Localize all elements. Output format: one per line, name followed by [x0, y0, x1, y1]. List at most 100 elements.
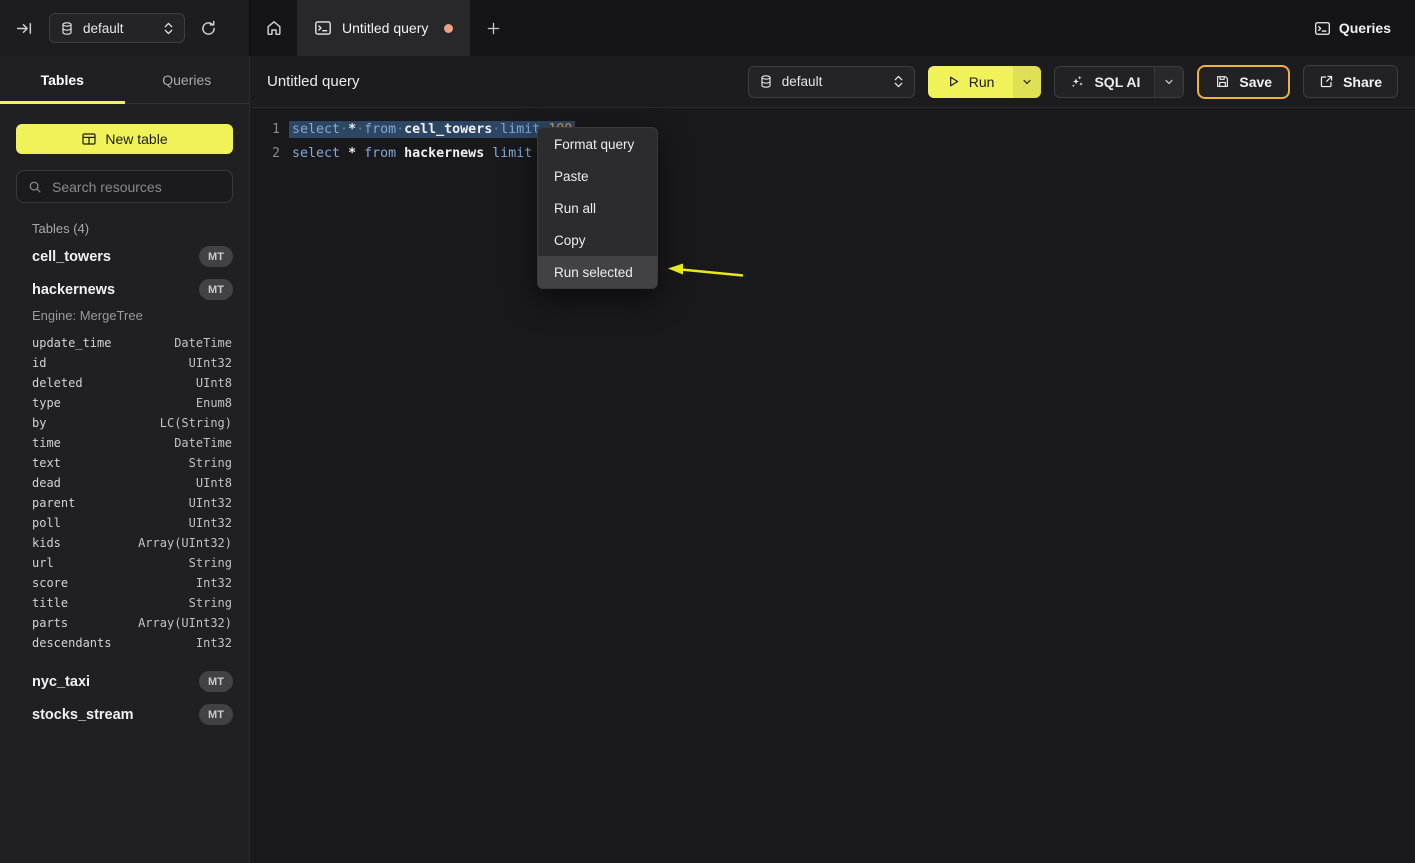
- column-type: Int32: [196, 576, 232, 590]
- main-area: Untitled query default: [250, 56, 1415, 863]
- code-line[interactable]: 1select·*·from·cell_towers·limit·100: [250, 117, 1415, 141]
- chevron-down-icon: [1022, 77, 1032, 87]
- sidebar-tab-queries-label: Queries: [162, 72, 211, 88]
- table-column-row: update_timeDateTime: [0, 333, 249, 353]
- table-column-row: byLC(String): [0, 413, 249, 433]
- table-grid-icon: [81, 131, 97, 147]
- column-name: poll: [32, 516, 189, 530]
- top-bar-left: default: [0, 0, 250, 56]
- table-column-row: scoreInt32: [0, 573, 249, 593]
- column-type: Array(UInt32): [138, 536, 232, 550]
- column-name: type: [32, 396, 196, 410]
- sidebar-tab-queries[interactable]: Queries: [125, 56, 250, 103]
- column-name: dead: [32, 476, 196, 490]
- new-table-button[interactable]: New table: [16, 124, 233, 154]
- table-list-item[interactable]: nyc_taxiMT: [0, 665, 249, 698]
- share-button[interactable]: Share: [1303, 65, 1398, 98]
- token-kw: from: [364, 122, 396, 137]
- table-column-row: deadUInt8: [0, 473, 249, 493]
- whitespace: ·: [340, 122, 348, 137]
- refresh-button[interactable]: [200, 20, 217, 37]
- engine-badge: MT: [199, 671, 233, 692]
- save-icon: [1215, 74, 1230, 89]
- column-type: LC(String): [160, 416, 232, 430]
- table-name: nyc_taxi: [32, 674, 199, 690]
- queries-button[interactable]: Queries: [1314, 20, 1391, 37]
- column-name: score: [32, 576, 196, 590]
- sql-editor[interactable]: 1select·*·from·cell_towers·limit·1002sel…: [250, 108, 1415, 165]
- table-name: cell_towers: [32, 249, 199, 265]
- sql-ai-split-button: SQL AI: [1054, 66, 1184, 98]
- engine-badge: MT: [199, 279, 233, 300]
- menu-item-run-selected[interactable]: Run selected: [538, 256, 657, 288]
- sidebar-tab-tables[interactable]: Tables: [0, 56, 125, 103]
- menu-item-run-all[interactable]: Run all: [538, 192, 657, 224]
- column-name: title: [32, 596, 189, 610]
- refresh-icon: [200, 20, 217, 37]
- table-column-row: partsArray(UInt32): [0, 613, 249, 633]
- table-column-row: parentUInt32: [0, 493, 249, 513]
- code-line[interactable]: 2select * from hackernews limit: [250, 141, 1415, 165]
- column-type: UInt32: [189, 356, 232, 370]
- home-button[interactable]: [250, 0, 297, 56]
- menu-item-copy[interactable]: Copy: [538, 224, 657, 256]
- column-name: time: [32, 436, 174, 450]
- table-list-item[interactable]: stocks_streamMT: [0, 698, 249, 731]
- run-options-button[interactable]: [1013, 66, 1041, 98]
- column-name: by: [32, 416, 160, 430]
- column-type: String: [189, 556, 232, 570]
- table-list-item[interactable]: hackernewsMT: [0, 273, 249, 306]
- search-input[interactable]: [50, 178, 235, 196]
- table-column-row: kidsArray(UInt32): [0, 533, 249, 553]
- table-name: stocks_stream: [32, 707, 199, 723]
- tab-untitled-query[interactable]: Untitled query: [297, 0, 470, 56]
- sql-ai-label: SQL AI: [1094, 74, 1140, 90]
- page-title: Untitled query: [267, 73, 360, 90]
- tab-strip: Untitled query Queries: [250, 0, 1415, 56]
- token-op: *: [348, 146, 356, 161]
- column-name: url: [32, 556, 189, 570]
- sql-ai-options-button[interactable]: [1154, 67, 1183, 97]
- queries-icon: [1314, 20, 1331, 37]
- table-column-row: titleString: [0, 593, 249, 613]
- collapse-sidebar-button[interactable]: [16, 20, 33, 37]
- save-label: Save: [1239, 74, 1272, 90]
- run-button[interactable]: Run: [928, 66, 1014, 98]
- table-list-item[interactable]: cell_towersMT: [0, 240, 249, 273]
- menu-item-paste[interactable]: Paste: [538, 160, 657, 192]
- database-selector-value: default: [83, 21, 154, 36]
- column-name: deleted: [32, 376, 196, 390]
- save-button[interactable]: Save: [1197, 65, 1290, 99]
- top-bar: default: [0, 0, 1415, 56]
- whitespace: [396, 146, 404, 161]
- sidebar: Tables Queries New table Tables (4) cell…: [0, 56, 250, 863]
- database-icon: [759, 74, 773, 89]
- table-column-row: typeEnum8: [0, 393, 249, 413]
- column-name: text: [32, 456, 189, 470]
- selected-code: select·*·from·cell_towers·limit·100: [289, 121, 575, 138]
- table-column-row: urlString: [0, 553, 249, 573]
- menu-item-format-query[interactable]: Format query: [538, 128, 657, 160]
- token-kw: limit: [500, 122, 540, 137]
- column-type: Array(UInt32): [138, 616, 232, 630]
- whitespace: ·: [356, 122, 364, 137]
- sidebar-tab-tables-label: Tables: [41, 72, 84, 88]
- whitespace: [340, 146, 348, 161]
- column-name: parent: [32, 496, 189, 510]
- tables-section-label: Tables (4): [32, 221, 233, 236]
- home-icon: [265, 19, 283, 37]
- column-type: UInt32: [189, 496, 232, 510]
- column-type: DateTime: [174, 436, 232, 450]
- editor-context-menu: Format queryPasteRun allCopyRun selected: [537, 127, 658, 289]
- whitespace: [356, 146, 364, 161]
- share-icon: [1319, 74, 1334, 89]
- new-tab-button[interactable]: [470, 0, 516, 56]
- table-column-row: idUInt32: [0, 353, 249, 373]
- query-database-selector[interactable]: default: [748, 66, 915, 98]
- sql-ai-button[interactable]: SQL AI: [1055, 67, 1154, 97]
- database-selector[interactable]: default: [49, 13, 185, 43]
- column-type: Int32: [196, 636, 232, 650]
- spacer: [0, 653, 249, 665]
- table-column-row: timeDateTime: [0, 433, 249, 453]
- table-engine-label: Engine: MergeTree: [32, 308, 233, 323]
